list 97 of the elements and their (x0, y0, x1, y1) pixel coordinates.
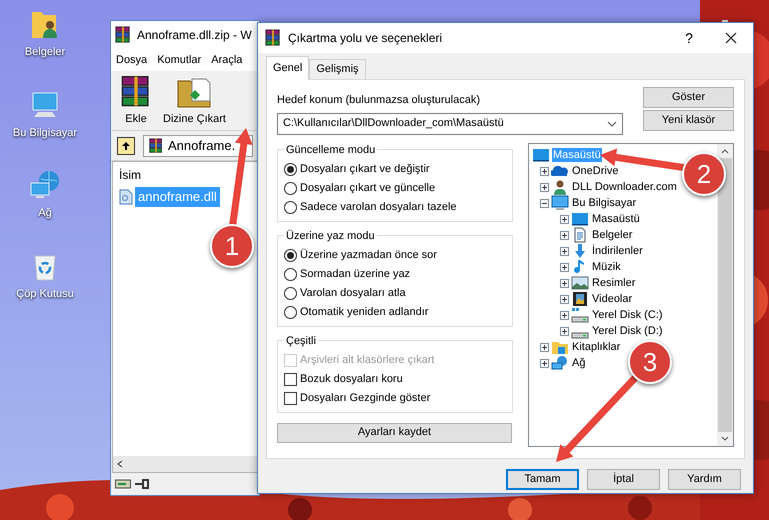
tree-item[interactable]: Müzik (591, 260, 622, 274)
plus-icon (561, 216, 568, 222)
plus-icon (561, 280, 568, 286)
expand-toggle[interactable] (560, 294, 569, 304)
plus-icon (541, 168, 548, 174)
tree-item[interactable]: Yerel Disk (C:) (591, 308, 664, 322)
toolbar-button[interactable]: Ekle (119, 74, 153, 127)
file-icon (119, 189, 133, 205)
radio-button[interactable] (284, 306, 297, 318)
dialog-button[interactable]: Tamam (506, 469, 579, 490)
film-icon (571, 291, 589, 307)
column-header[interactable]: İsim (119, 166, 141, 184)
destination-combobox[interactable]: C:\Kullanıcılar\DllDownloader_com\Masaüstü (277, 112, 623, 134)
plus-icon (561, 248, 568, 254)
address-field[interactable]: Annoframe. (143, 134, 253, 156)
tree-item[interactable]: Belgeler (591, 228, 634, 242)
menu-item[interactable]: Komutlar (157, 52, 202, 68)
window-title: Annoframe.dll.zip - W (137, 27, 252, 44)
option-label[interactable]: Dosyaları çıkart ve değiştir (300, 160, 430, 178)
expand-toggle[interactable] (540, 358, 549, 368)
expand-toggle[interactable] (540, 182, 549, 192)
option-label[interactable]: Üzerine yazmadan önce sor (300, 246, 437, 264)
expand-toggle[interactable] (560, 326, 569, 336)
dialog-title: Çıkartma yolu ve seçenekleri (288, 30, 442, 47)
radio-button[interactable] (284, 286, 297, 300)
option-label[interactable]: Sormadan üzerine yaz (300, 266, 410, 282)
tree-item[interactable]: Bu Bilgisayar (571, 196, 638, 210)
drive-icon (571, 332, 589, 338)
plus-icon (561, 232, 568, 238)
radio-button[interactable] (284, 268, 297, 280)
tree-item[interactable]: Masaüstü (591, 212, 641, 226)
menu-item[interactable]: Araçla (211, 52, 242, 68)
option-label[interactable]: Otomatik yeniden adlandır (300, 304, 428, 320)
expand-toggle[interactable] (560, 262, 569, 272)
save-settings-button[interactable]: Ayarları kaydet (277, 422, 512, 442)
plus-icon (561, 328, 568, 334)
expand-toggle[interactable] (560, 214, 569, 224)
field-label: Hedef konum (bulunmazsa oluşturulacak) (277, 93, 481, 108)
app-icon (264, 29, 282, 47)
app-icon (114, 26, 132, 44)
option-label[interactable]: Dosyaları Gezginde göster (300, 390, 430, 406)
radio-button[interactable] (284, 200, 297, 214)
desktop-icon (571, 211, 589, 227)
help-button[interactable]: ? (669, 24, 709, 52)
drive-icon (115, 479, 131, 489)
expand-toggle[interactable] (540, 342, 549, 352)
tree-item[interactable]: Resimler (591, 276, 636, 290)
radio-button[interactable] (284, 248, 297, 262)
key-icon (135, 479, 149, 489)
tab[interactable]: Gelişmiş (309, 59, 366, 79)
expand-toggle[interactable] (560, 310, 569, 320)
drive-icon (571, 307, 589, 323)
radio-button[interactable] (284, 162, 297, 176)
plus-icon (541, 344, 548, 350)
expand-toggle[interactable] (560, 230, 569, 240)
plus-icon (561, 296, 568, 302)
menu-item[interactable]: Dosya (116, 52, 148, 68)
tree-item[interactable]: İndirilenler (591, 244, 644, 258)
up-arrow-icon (121, 140, 131, 150)
tree-item[interactable]: Yerel Disk (D:) (591, 324, 664, 338)
picture-icon (571, 275, 589, 291)
option-label[interactable]: Sadece varolan dosyaları tazele (300, 198, 457, 216)
tree-item[interactable]: DLL Downloader.com (571, 180, 678, 194)
radio-button[interactable] (284, 182, 297, 194)
tree-item[interactable]: Kitaplıklar (571, 340, 622, 354)
archive-icon (148, 138, 164, 154)
folder-icon (551, 339, 569, 355)
option-label[interactable]: Bozuk dosyaları koru (300, 370, 403, 388)
checkbox[interactable] (284, 392, 297, 404)
tree-item[interactable]: Ağ (571, 356, 586, 370)
network-icon (551, 355, 569, 371)
group-title: Üzerine yaz modu (284, 228, 377, 244)
tree-item[interactable]: OneDrive (571, 164, 620, 178)
plus-icon (561, 312, 568, 318)
user-icon (551, 179, 569, 195)
cloud-icon (551, 163, 569, 179)
dialog-button[interactable]: İptal (587, 469, 660, 490)
option-label[interactable]: Varolan dosyaları atla (300, 284, 406, 302)
tab[interactable]: Genel (266, 56, 310, 80)
monitor-icon (551, 195, 569, 211)
plus-icon (561, 264, 568, 270)
expand-toggle[interactable] (560, 246, 569, 256)
desktop-icon (532, 147, 550, 163)
chevron-down-icon (607, 120, 617, 126)
toolbar-button[interactable]: Dizine Çıkart (163, 74, 226, 127)
network-icon[interactable] (29, 169, 61, 201)
up-folder-button[interactable] (117, 136, 135, 154)
checkbox[interactable] (284, 372, 297, 386)
option-label[interactable]: Dosyaları çıkart ve güncelle (300, 180, 436, 196)
plus-icon (541, 360, 548, 366)
tree-item[interactable]: Videolar (591, 292, 634, 306)
horizontal-scrollbar[interactable] (113, 456, 257, 472)
expand-toggle[interactable] (560, 278, 569, 288)
expand-toggle[interactable] (540, 166, 549, 176)
collapse-toggle[interactable] (540, 198, 549, 208)
plus-icon (541, 184, 548, 190)
chevron-left-icon (116, 460, 124, 468)
